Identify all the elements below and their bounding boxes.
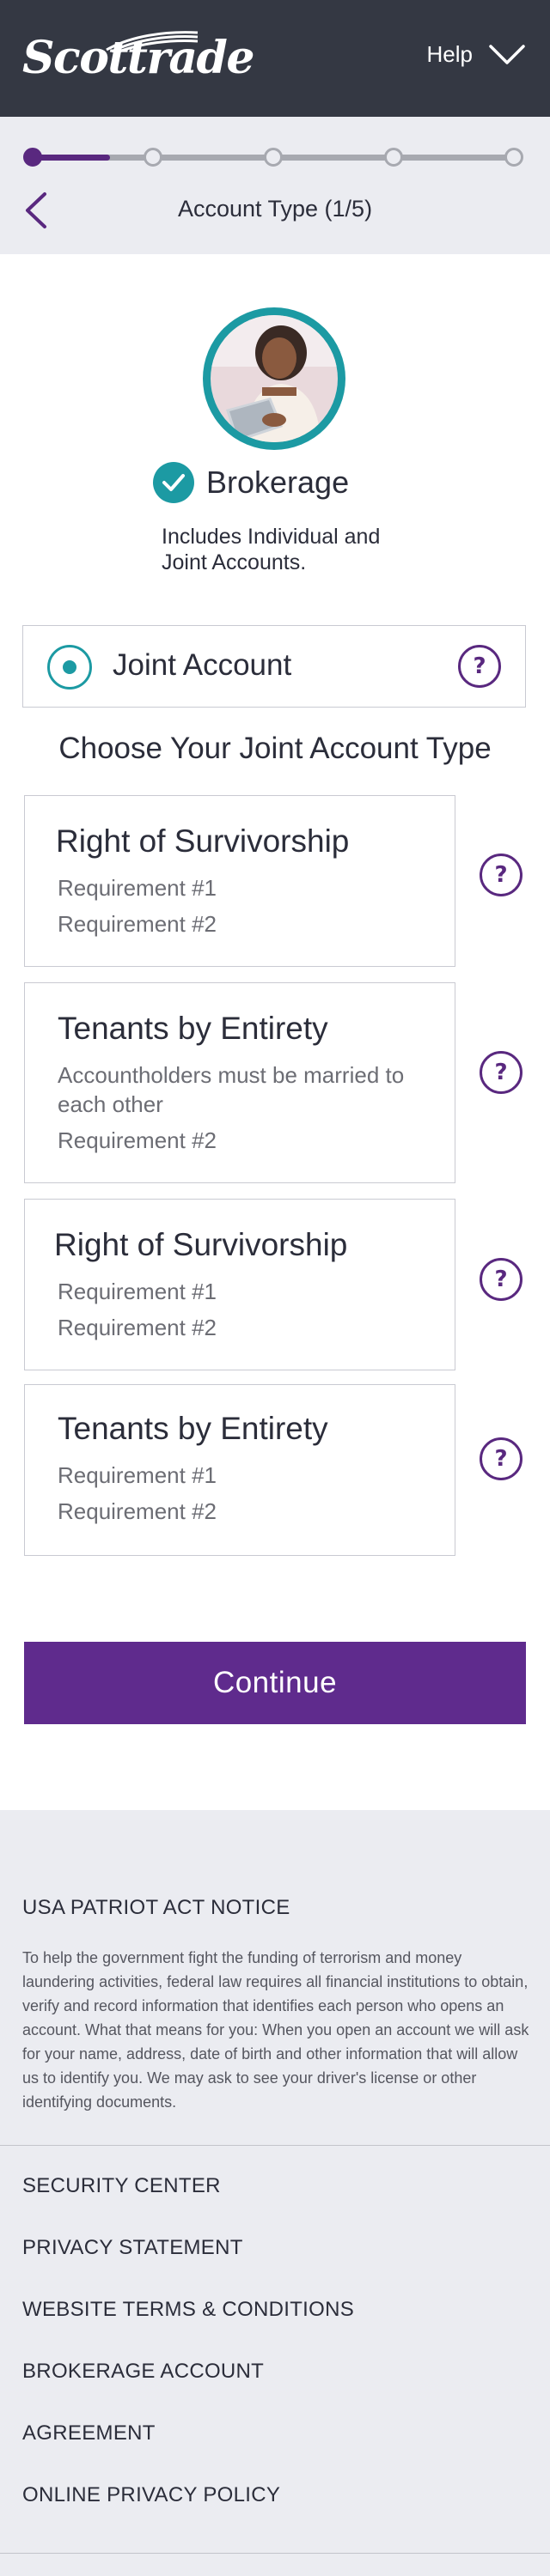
progress-fill xyxy=(33,155,110,161)
product-name: Brokerage xyxy=(206,465,350,500)
logo-swoosh-icon xyxy=(106,31,199,53)
option-requirement: Requirement #1 xyxy=(58,875,217,901)
woman-with-laptop-image xyxy=(211,315,338,442)
option-requirement: Requirement #1 xyxy=(58,1462,217,1488)
help-glyph: ? xyxy=(494,862,508,888)
option-requirement: Requirement #2 xyxy=(58,911,217,937)
help-menu[interactable]: Help xyxy=(427,41,526,68)
question-icon[interactable]: ? xyxy=(480,854,522,896)
question-icon[interactable]: ? xyxy=(480,1051,522,1094)
radio-selected-dot xyxy=(63,660,76,674)
scottrade-logo[interactable]: Scottrade xyxy=(22,31,254,84)
option-title: Tenants by Entirety xyxy=(58,1411,328,1446)
option-title: Tenants by Entirety xyxy=(58,1011,328,1046)
help-label: Help xyxy=(426,41,473,67)
question-icon[interactable]: ? xyxy=(458,645,501,688)
footer: USA PATRIOT ACT NOTICE To help the gover… xyxy=(0,1810,550,2576)
progress-step-dot xyxy=(264,148,283,167)
footer-link-brokerage-account[interactable]: BROKERAGE ACCOUNT xyxy=(22,2360,264,2384)
footer-link-agreement[interactable]: AGREEMENT xyxy=(22,2421,156,2445)
option-requirement: Requirement #2 xyxy=(58,1127,217,1153)
footer-divider xyxy=(0,2145,550,2146)
joint-account-option[interactable]: Joint Account ? xyxy=(22,625,526,708)
option-card-right-of-survivorship-2[interactable]: Right of Survivorship Requirement #1 Req… xyxy=(24,1199,455,1370)
question-icon[interactable]: ? xyxy=(480,1437,522,1480)
footer-bottom-divider xyxy=(0,2553,550,2554)
continue-button[interactable]: Continue xyxy=(24,1642,526,1724)
option-title: Right of Survivorship xyxy=(56,823,350,859)
product-row: Brokerage xyxy=(153,462,349,503)
header-bar: Scottrade Help xyxy=(0,0,550,117)
joint-account-label: Joint Account xyxy=(113,648,292,682)
avatar-photo xyxy=(211,315,338,442)
option-requirement: Requirement #2 xyxy=(58,1498,217,1524)
option-card-tenants-by-entirety-1[interactable]: Tenants by Entirety Accountholders must … xyxy=(24,982,455,1183)
joint-account-radio[interactable] xyxy=(47,645,92,690)
section-heading: Choose Your Joint Account Type xyxy=(58,732,492,765)
help-glyph: ? xyxy=(494,1446,508,1472)
progress-section: Account Type (1/5) xyxy=(0,117,550,254)
footer-link-security-center[interactable]: SECURITY CENTER xyxy=(22,2174,221,2198)
option-card-right-of-survivorship-1[interactable]: Right of Survivorship Requirement #1 Req… xyxy=(24,795,455,967)
chevron-down-icon xyxy=(489,44,525,64)
progress-step-dot xyxy=(384,148,403,167)
avatar xyxy=(203,307,345,450)
product-description: Includes Individual and Joint Accounts. xyxy=(162,525,381,574)
footer-link-online-privacy-policy[interactable]: ONLINE PRIVACY POLICY xyxy=(22,2483,280,2507)
progress-step-dot xyxy=(144,148,162,167)
footer-link-website-terms[interactable]: WEBSITE TERMS & CONDITIONS xyxy=(22,2298,354,2322)
page-title: Account Type (1/5) xyxy=(177,196,373,222)
check-icon xyxy=(153,462,194,503)
option-card-tenants-by-entirety-2[interactable]: Tenants by Entirety Requirement #1 Requi… xyxy=(24,1384,455,1556)
patriot-act-body: To help the government fight the funding… xyxy=(22,1949,529,2111)
progress-step-dot xyxy=(504,148,523,167)
option-requirement: Requirement #1 xyxy=(58,1279,217,1304)
help-glyph: ? xyxy=(494,1060,508,1085)
option-requirement: Accountholders must be married to each o… xyxy=(58,1062,405,1117)
help-glyph: ? xyxy=(473,653,486,679)
help-glyph: ? xyxy=(494,1267,508,1292)
patriot-act-title: USA PATRIOT ACT NOTICE xyxy=(22,1896,290,1919)
question-icon[interactable]: ? xyxy=(480,1258,522,1301)
option-title: Right of Survivorship xyxy=(54,1227,348,1262)
option-requirement: Requirement #2 xyxy=(58,1315,217,1340)
progress-step-dot xyxy=(23,148,42,167)
footer-link-privacy-statement[interactable]: PRIVACY STATEMENT xyxy=(22,2236,243,2260)
